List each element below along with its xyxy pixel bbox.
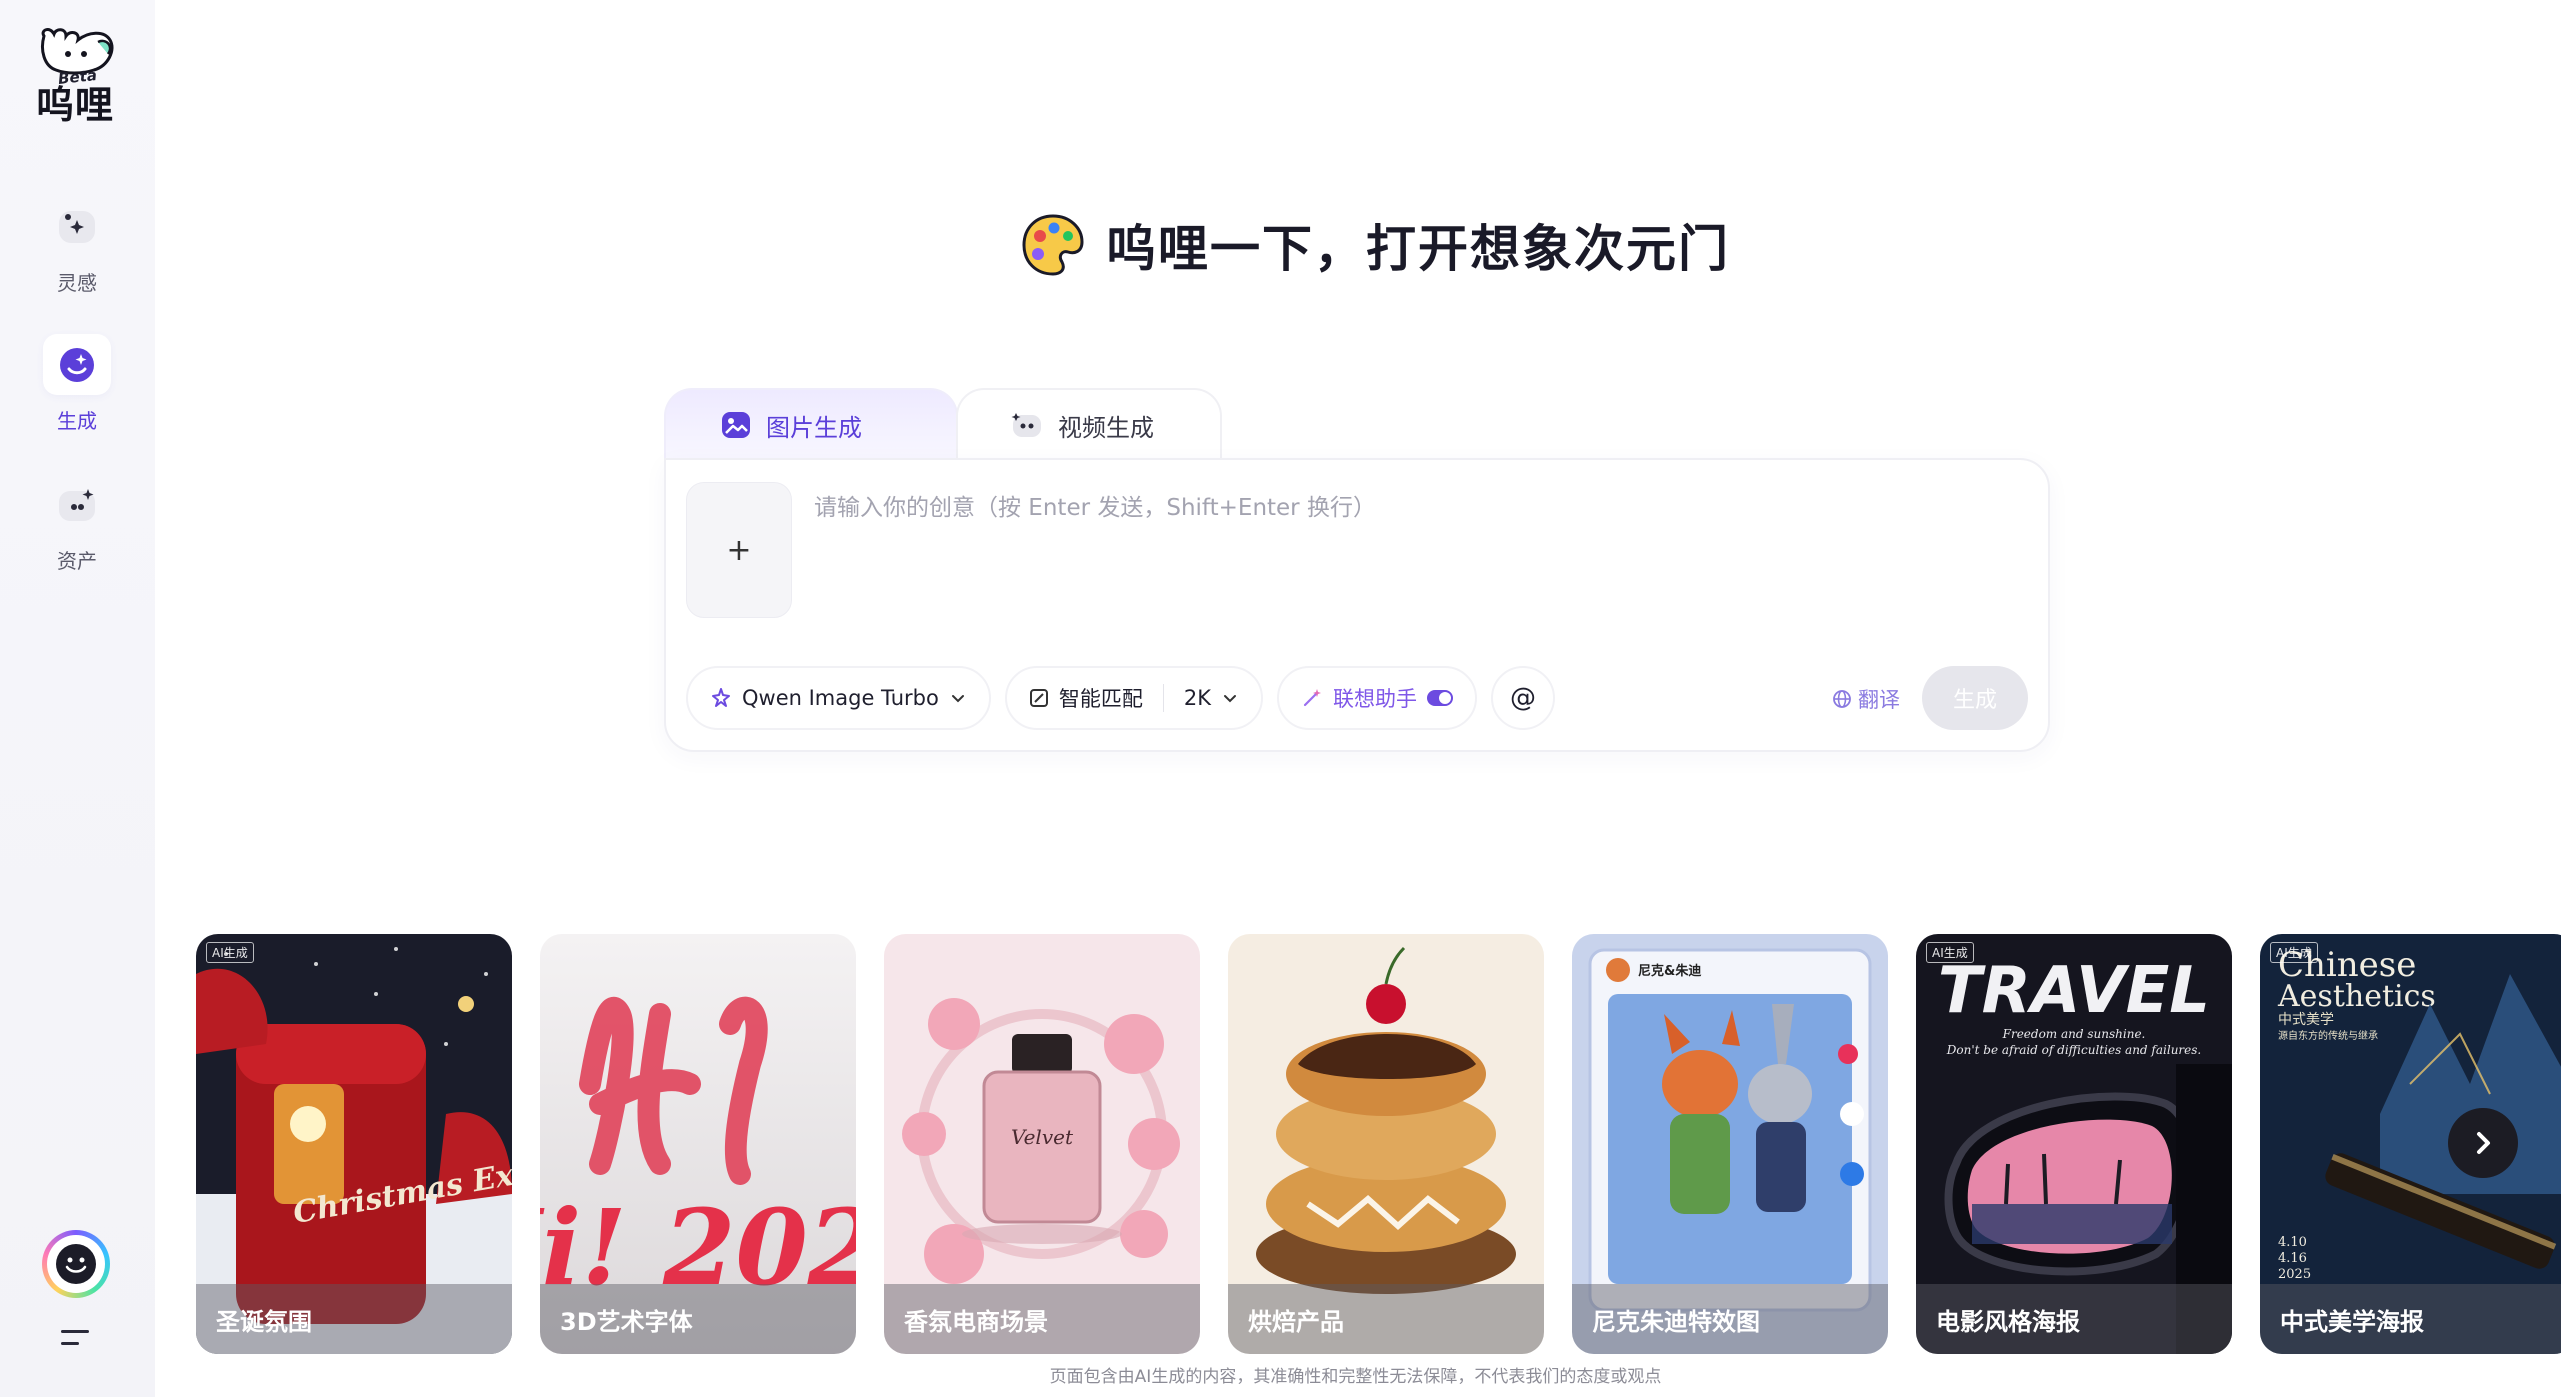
generate-button[interactable]: 生成 [1922,666,2028,730]
card-art-subtitle: 中式美学 [2278,1012,2334,1028]
card-art-title: 尼克&朱迪 [1638,963,1701,979]
model-select[interactable]: Qwen Image Turbo [686,666,991,730]
card-art-title: TRAVEL [1938,954,2210,1028]
tab-image-generation[interactable]: 图片生成 [664,388,958,460]
hero: 呜哩一下，打开想象次元门 [1020,205,1730,285]
nav-icon-wrap [43,196,111,257]
card-label: 圣诞氛围 [196,1284,512,1354]
showcase-card-movie-poster[interactable]: TRAVEL Freedom and sunshine. Don't be af… [1916,934,2232,1354]
assistant-toggle[interactable]: 联想助手 [1276,666,1477,730]
showcase-card-bakery[interactable]: 烘焙产品 [1228,934,1544,1354]
add-reference-button[interactable]: + [686,482,792,618]
user-avatar-icon [56,1244,96,1284]
prompt-composer: + Qwen Image Turbo 智能匹配 2K [664,458,2050,752]
composer-toolbar: Qwen Image Turbo 智能匹配 2K 联想助手 @ [686,666,1569,730]
tab-label: 视频生成 [1058,413,1154,442]
sidebar-item-inspiration[interactable]: 灵感 [36,196,118,296]
card-art-tagline: Don't be afraid of difficulties and fail… [1946,1043,2201,1057]
card-label: 尼克朱迪特效图 [1572,1284,1888,1354]
sidebar-item-label: 资产 [57,549,97,573]
chevron-down-icon [951,695,964,703]
card-label: 香氛电商场景 [884,1284,1200,1354]
divider [1162,684,1164,712]
inspiration-icon [59,210,95,243]
app-root: Beta 呜哩 灵感 生成 资产 呜哩一下，打开想象次元门 图片生成 视频生成 … [0,0,2561,1397]
sidebar-item-label: 灵感 [57,271,97,295]
card-label: 电影风格海报 [1916,1284,2232,1354]
brand-name: 呜哩 [36,83,115,127]
assistant-switch[interactable] [1426,690,1453,706]
sidebar-item-label: 生成 [57,409,97,433]
chevron-down-icon [1223,695,1236,703]
user-avatar-button[interactable] [42,1230,110,1298]
card-art-title: Aesthetics [2277,979,2436,1014]
generate-icon [60,347,94,382]
globe-icon [1833,690,1851,708]
magic-wand-icon [1303,689,1321,707]
prompt-input[interactable] [814,488,1994,608]
ai-generated-badge: AI生成 [2270,942,2318,963]
card-label: 烘焙产品 [1228,1284,1544,1354]
sidebar-item-generate[interactable]: 生成 [36,334,118,434]
brand-logo[interactable]: Beta 呜哩 [34,28,120,138]
carousel-next-button[interactable] [2448,1108,2518,1178]
video-gen-icon [1011,413,1041,437]
aspect-ratio-icon [1029,689,1048,707]
showcase-card-christmas[interactable]: Christmas Express AI生成 圣诞氛围 [196,934,512,1354]
palette-icon [1022,214,1084,276]
sidebar: Beta 呜哩 灵感 生成 资产 [0,0,155,1397]
page-title: 呜哩一下，打开想象次元门 [1106,220,1730,278]
card-art-date: 4.16 [2278,1251,2307,1266]
assets-icon [59,488,95,521]
resolution-value: 2K [1183,686,1211,710]
plus-icon: + [726,532,752,568]
tab-video-generation[interactable]: 视频生成 [956,388,1222,460]
size-settings[interactable]: 智能匹配 2K [1004,666,1263,730]
tab-label: 图片生成 [766,413,862,442]
card-label: 3D艺术字体 [540,1284,856,1354]
ai-disclaimer: 页面包含由AI生成的内容，其准确性和完整性无法保障，不代表我们的态度或观点 [1049,1367,1662,1387]
nav-icon-wrap [43,334,111,395]
card-art-date: 2025 [2278,1267,2311,1282]
showcase-card-zootopia[interactable]: 尼克&朱迪 尼克朱迪特效图 [1572,934,1888,1354]
chevron-right-icon [2477,1132,2490,1154]
card-art-title: Velvet [1011,1125,1074,1149]
avatar [47,1235,105,1293]
card-art-subtitle: Freedom and sunshine. [2002,1027,2146,1041]
card-label: 中式美学海报 [2260,1284,2561,1354]
at-icon: @ [1509,683,1536,713]
mention-button[interactable]: @ [1490,666,1555,730]
showcase-card-3d-font[interactable]: Hi! 2026 3D艺术字体 [540,934,856,1354]
aspect-ratio-value: 智能匹配 [1058,687,1143,711]
translate-label: 翻译 [1858,688,1900,712]
model-icon [712,688,730,707]
sidebar-item-assets[interactable]: 资产 [36,474,118,574]
showcase-card-perfume[interactable]: Velvet 香氛电商场景 [884,934,1200,1354]
translate-button[interactable]: 翻译 [1832,684,1900,714]
assistant-label: 联想助手 [1332,687,1417,711]
ai-generated-badge: AI生成 [206,942,254,963]
model-name: Qwen Image Turbo [742,686,939,710]
nav-icon-wrap [43,474,111,535]
card-art-date: 4.10 [2278,1235,2307,1250]
menu-icon[interactable] [58,1328,94,1352]
image-gen-icon [722,412,750,438]
ai-generated-badge: AI生成 [1926,942,1974,963]
card-art-tagline: 源自东方的传统与继承 [2278,1029,2378,1042]
